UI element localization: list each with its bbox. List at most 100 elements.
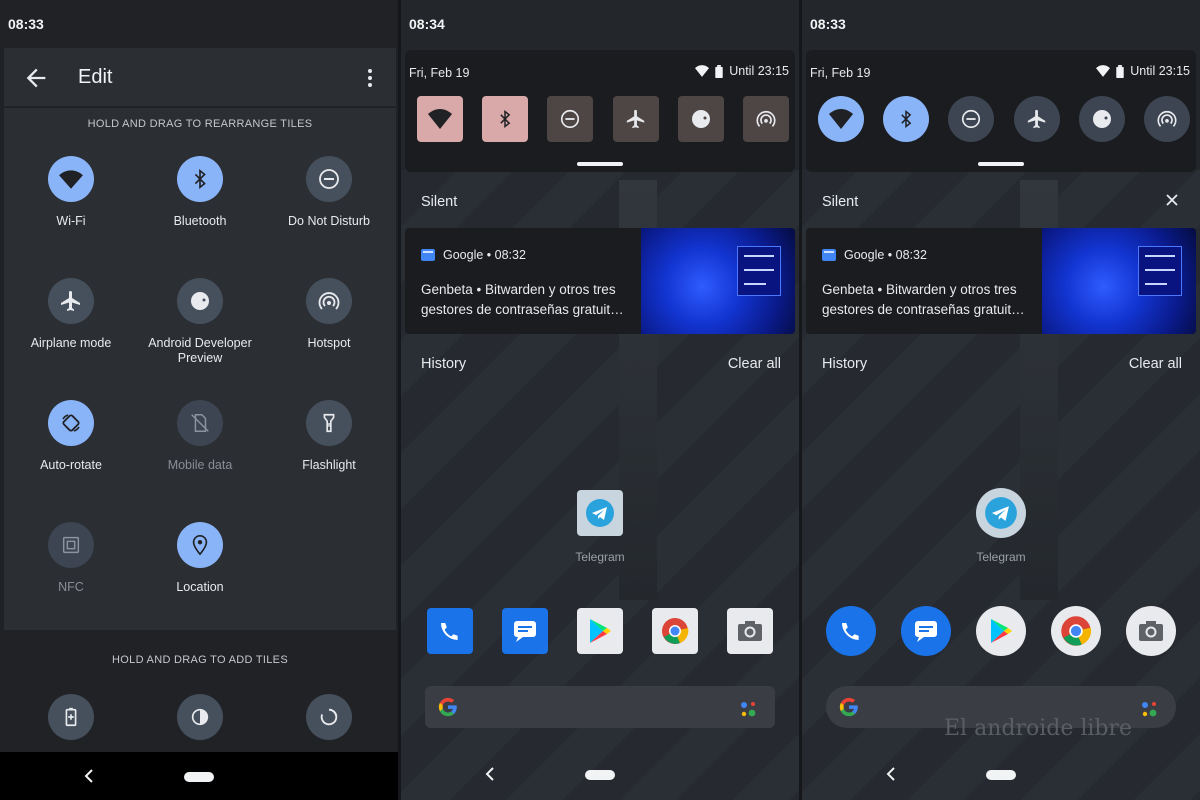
tile-bluetooth[interactable]: Bluetooth bbox=[135, 156, 265, 229]
notification-thumbnail bbox=[1042, 228, 1196, 334]
qs-expand-handle[interactable] bbox=[577, 162, 623, 166]
active-tiles-area: HOLD AND DRAG TO REARRANGE TILES Wi-Fi B… bbox=[4, 108, 396, 630]
flashlight-icon bbox=[306, 400, 352, 446]
play-store-icon[interactable] bbox=[976, 606, 1026, 656]
telegram-app-icon[interactable] bbox=[577, 490, 623, 536]
tile-label: Android Developer Preview bbox=[148, 336, 252, 365]
hotspot-icon bbox=[756, 110, 776, 127]
chrome-icon[interactable] bbox=[1051, 606, 1101, 656]
do-not-disturb-icon bbox=[306, 156, 352, 202]
tile-auto-rotate[interactable]: Auto-rotate bbox=[6, 400, 136, 473]
history-link[interactable]: History bbox=[421, 356, 466, 372]
status-time: 08:33 bbox=[8, 16, 44, 32]
wifi-icon bbox=[48, 156, 94, 202]
nav-back-icon[interactable] bbox=[483, 766, 497, 782]
tile-invert-colors[interactable] bbox=[135, 694, 265, 740]
qs-dnd-tile[interactable] bbox=[948, 96, 995, 142]
google-assistant-icon[interactable] bbox=[1138, 698, 1160, 720]
qs-wifi-tile[interactable] bbox=[417, 96, 463, 142]
notification-line-2: gestores de contraseñas gratuit… bbox=[822, 302, 1025, 317]
qs-airplane-tile[interactable] bbox=[1013, 96, 1060, 142]
clear-all-button[interactable]: Clear all bbox=[1129, 356, 1182, 372]
battery-text: Until 23:15 bbox=[729, 64, 789, 78]
nav-back-icon[interactable] bbox=[884, 766, 898, 782]
thumbnail-screen bbox=[737, 246, 781, 296]
page-title: Edit bbox=[78, 66, 113, 88]
tile-label: Auto-rotate bbox=[40, 458, 102, 472]
tile-airplane-mode[interactable]: Airplane mode bbox=[6, 278, 136, 351]
qs-developer-tile[interactable] bbox=[1078, 96, 1125, 142]
close-icon[interactable] bbox=[1164, 192, 1180, 208]
phone-icon[interactable] bbox=[427, 608, 473, 654]
clear-all-button[interactable]: Clear all bbox=[728, 356, 781, 372]
app-dock bbox=[826, 606, 1176, 656]
camera-icon[interactable] bbox=[1126, 606, 1176, 656]
google-search-bar[interactable] bbox=[425, 686, 775, 728]
phone-icon[interactable] bbox=[826, 606, 876, 656]
tile-battery-saver[interactable] bbox=[6, 694, 136, 740]
qs-hotspot-tile[interactable] bbox=[742, 96, 789, 142]
messages-icon[interactable] bbox=[901, 606, 951, 656]
tile-wifi[interactable]: Wi-Fi bbox=[6, 156, 136, 229]
qs-dnd-tile[interactable] bbox=[547, 96, 594, 142]
quick-settings: Fri, Feb 19 Until 23:15 bbox=[806, 50, 1196, 172]
telegram-label: Telegram bbox=[575, 550, 625, 564]
tile-data-saver[interactable] bbox=[264, 694, 394, 740]
camera-icon[interactable] bbox=[727, 608, 773, 654]
messages-icon[interactable] bbox=[502, 608, 548, 654]
navigation-bar bbox=[0, 752, 398, 800]
more-vert-icon[interactable] bbox=[358, 64, 382, 92]
hotspot-icon bbox=[1157, 110, 1177, 127]
qs-bluetooth-tile[interactable] bbox=[482, 96, 529, 142]
nav-home-pill[interactable] bbox=[585, 770, 615, 780]
play-store-icon[interactable] bbox=[577, 608, 623, 654]
notification-header: Google • 08:32 bbox=[822, 248, 927, 262]
thumbnail-screen bbox=[1138, 246, 1182, 296]
chrome-icon[interactable] bbox=[652, 608, 698, 654]
tile-developer-preview[interactable]: Android Developer Preview bbox=[135, 278, 265, 366]
notification-thumbnail bbox=[641, 228, 795, 334]
notification-app: Google • 08:32 bbox=[844, 248, 927, 262]
qs-developer-tile[interactable] bbox=[677, 96, 724, 142]
google-logo-icon bbox=[438, 697, 457, 717]
nav-back-icon[interactable] bbox=[82, 768, 96, 784]
battery-icon bbox=[1116, 64, 1124, 78]
tile-hotspot[interactable]: Hotspot bbox=[264, 278, 394, 351]
tile-location[interactable]: Location bbox=[135, 522, 265, 595]
bluetooth-icon bbox=[901, 109, 912, 129]
watermark: El androide libre bbox=[944, 716, 1133, 741]
qs-tiles-row bbox=[818, 96, 1190, 142]
tile-nfc[interactable]: NFC bbox=[6, 522, 136, 595]
notification-card[interactable]: Google • 08:32 Genbeta • Bitwarden y otr… bbox=[405, 228, 795, 334]
do-not-disturb-icon bbox=[561, 109, 580, 129]
history-link[interactable]: History bbox=[822, 356, 867, 372]
bluetooth-icon bbox=[177, 156, 223, 202]
notification-card[interactable]: Google • 08:32 Genbeta • Bitwarden y otr… bbox=[806, 228, 1196, 334]
qs-date: Fri, Feb 19 bbox=[409, 66, 470, 80]
back-arrow-icon[interactable] bbox=[22, 64, 50, 92]
google-assistant-icon[interactable] bbox=[737, 698, 759, 720]
developer-preview-icon bbox=[1092, 110, 1111, 128]
airplane-icon bbox=[48, 278, 94, 324]
qs-airplane-tile[interactable] bbox=[612, 96, 659, 142]
airplane-icon bbox=[626, 109, 644, 129]
tile-do-not-disturb[interactable]: Do Not Disturb bbox=[264, 156, 394, 229]
silent-section-label: Silent bbox=[822, 194, 859, 210]
invert-colors-icon bbox=[177, 694, 223, 740]
tile-label: Wi-Fi bbox=[56, 214, 86, 228]
notification-shade-panel-1: 08:34 Fri, Feb 19 Until 23:15 Silent Goo… bbox=[401, 0, 799, 800]
notification-app: Google • 08:32 bbox=[443, 248, 526, 262]
notification-line-1: Genbeta • Bitwarden y otros tres bbox=[822, 282, 1017, 297]
telegram-app-icon[interactable] bbox=[976, 488, 1026, 538]
qs-wifi-tile[interactable] bbox=[818, 96, 864, 142]
nav-home-pill[interactable] bbox=[184, 772, 214, 782]
tile-mobile-data[interactable]: Mobile data bbox=[135, 400, 265, 473]
auto-rotate-icon bbox=[48, 400, 94, 446]
google-logo-icon bbox=[839, 697, 858, 717]
available-tiles-area: HOLD AND DRAG TO ADD TILES bbox=[0, 630, 398, 752]
qs-hotspot-tile[interactable] bbox=[1143, 96, 1190, 142]
tile-flashlight[interactable]: Flashlight bbox=[264, 400, 394, 473]
qs-bluetooth-tile[interactable] bbox=[883, 96, 930, 142]
nav-home-pill[interactable] bbox=[986, 770, 1016, 780]
qs-expand-handle[interactable] bbox=[978, 162, 1024, 166]
